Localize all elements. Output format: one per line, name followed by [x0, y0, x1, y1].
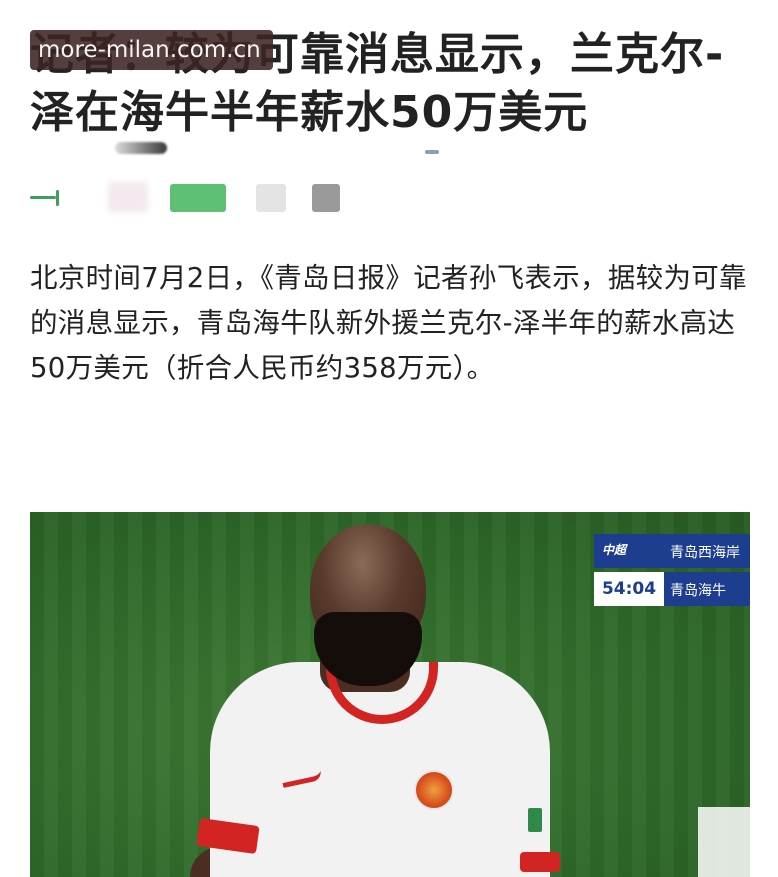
blur-artifact	[115, 142, 167, 154]
blurred-block	[170, 184, 226, 212]
club-crest-icon	[414, 770, 454, 810]
jersey-sleeve-trim	[520, 852, 560, 872]
scoreboard-top-row: 中超 青岛西海岸	[594, 534, 750, 568]
tv-scoreboard: 中超 青岛西海岸 54:04 青岛海牛	[594, 534, 750, 606]
blurred-block	[56, 190, 59, 206]
blurred-block	[30, 196, 56, 199]
sleeve-patch-icon	[528, 808, 542, 832]
article-photo[interactable]: 中超 青岛西海岸 54:04 青岛海牛	[30, 512, 750, 877]
player-figure	[190, 512, 570, 877]
image-corner-mark	[698, 807, 750, 877]
blur-artifact	[425, 150, 439, 154]
scoreboard-team-top: 青岛西海岸	[670, 545, 740, 561]
blurred-block	[312, 184, 340, 212]
match-clock: 54:04	[594, 572, 664, 606]
blurred-block	[256, 184, 286, 212]
article-body: 北京时间7月2日，《青岛日报》记者孙飞表示，据较为可靠的消息显示，青岛海牛队新外…	[30, 262, 747, 384]
article-meta-row-blurred	[30, 182, 370, 212]
scoreboard-bottom-row: 54:04 青岛海牛	[594, 572, 750, 606]
blurred-block	[108, 182, 148, 212]
league-logo-icon: 中超	[602, 543, 627, 557]
scoreboard-team-bottom: 青岛海牛	[670, 583, 726, 599]
site-watermark: more-milan.com.cn	[30, 30, 273, 70]
